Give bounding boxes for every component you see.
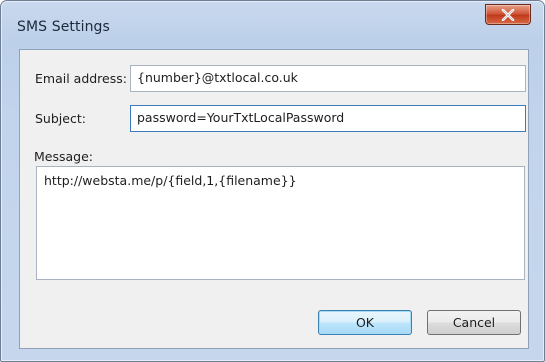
cancel-button-label: Cancel [452, 315, 496, 330]
ok-button-label: OK [355, 315, 375, 330]
message-field[interactable]: http://websta.me/p/{field,1,{filename}} [36, 166, 525, 280]
subject-label: Subject: [35, 111, 86, 126]
sms-settings-dialog: SMS Settings Email address: {number}@txt… [0, 0, 545, 362]
email-address-label: Email address: [35, 71, 127, 86]
window-title: SMS Settings [17, 19, 110, 35]
dialog-client-area: Email address: {number}@txtlocal.co.uk S… [19, 49, 529, 349]
email-address-field[interactable]: {number}@txtlocal.co.uk [130, 65, 526, 92]
subject-field[interactable]: password=YourTxtLocalPassword [130, 105, 526, 132]
close-icon [501, 8, 515, 21]
close-button[interactable] [485, 4, 531, 25]
ok-button[interactable]: OK [318, 310, 412, 335]
cancel-button[interactable]: Cancel [427, 310, 521, 335]
message-label: Message: [34, 149, 93, 164]
